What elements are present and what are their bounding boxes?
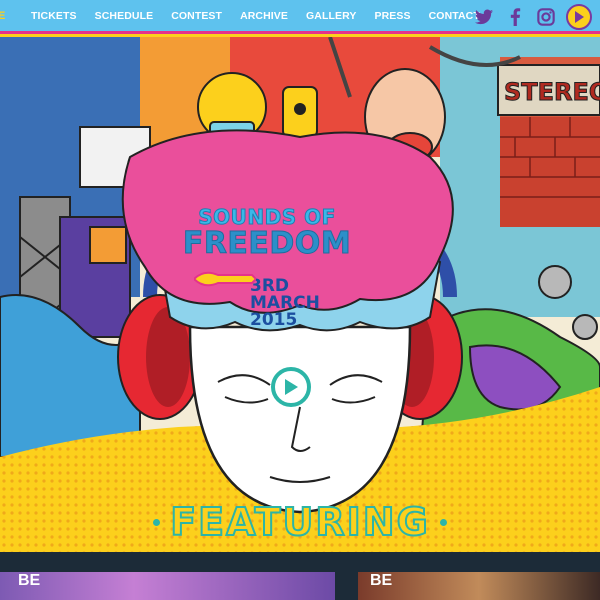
nav-item-schedule[interactable]: SCHEDULE	[86, 10, 163, 22]
nav-item-archive[interactable]: ARCHIVE	[231, 10, 297, 22]
wall-sign: STEREOT	[504, 78, 600, 106]
hero-illustration: STEREOT	[0, 37, 600, 552]
brick-wall: STEREOT	[497, 64, 600, 227]
nav-item-press[interactable]: PRESS	[366, 10, 420, 22]
event-date-day: 3RD MARCH	[250, 276, 320, 313]
nav-item-contest[interactable]: CONTEST	[162, 10, 231, 22]
social-links	[473, 4, 592, 30]
twitter-icon[interactable]	[473, 6, 495, 28]
instagram-icon[interactable]	[535, 6, 557, 28]
nav-item-tickets[interactable]: TICKETS	[22, 10, 86, 22]
nav-menu: TICKETS SCHEDULE CONTEST ARCHIVE GALLERY…	[22, 10, 489, 22]
decor-dot	[439, 519, 447, 527]
featured-card[interactable]: BE	[358, 572, 600, 600]
guitar-icon	[194, 271, 256, 287]
featured-card-label: BE	[370, 572, 393, 589]
play-icon	[285, 379, 298, 395]
featuring-title: FEATURING	[169, 499, 430, 545]
nav-item-gallery[interactable]: GALLERY	[297, 10, 365, 22]
facebook-icon[interactable]	[504, 6, 526, 28]
event-logo: SOUNDS OF FREEDOM 3RD MARCH 2015	[172, 205, 362, 329]
play-icon[interactable]	[566, 4, 592, 30]
decor-dot	[153, 519, 161, 527]
featured-card-label: BE	[18, 572, 41, 589]
event-date-year: 2015	[250, 310, 298, 330]
event-date: 3RD MARCH 2015	[250, 278, 362, 329]
nav-item-partial[interactable]: E	[0, 10, 12, 22]
featuring-heading: FEATURING	[0, 499, 600, 545]
video-play-button[interactable]	[271, 367, 311, 407]
logo-line2: FREEDOM	[182, 226, 352, 261]
top-nav: E TICKETS SCHEDULE CONTEST ARCHIVE GALLE…	[0, 0, 600, 34]
featured-card[interactable]: BE	[0, 572, 335, 600]
